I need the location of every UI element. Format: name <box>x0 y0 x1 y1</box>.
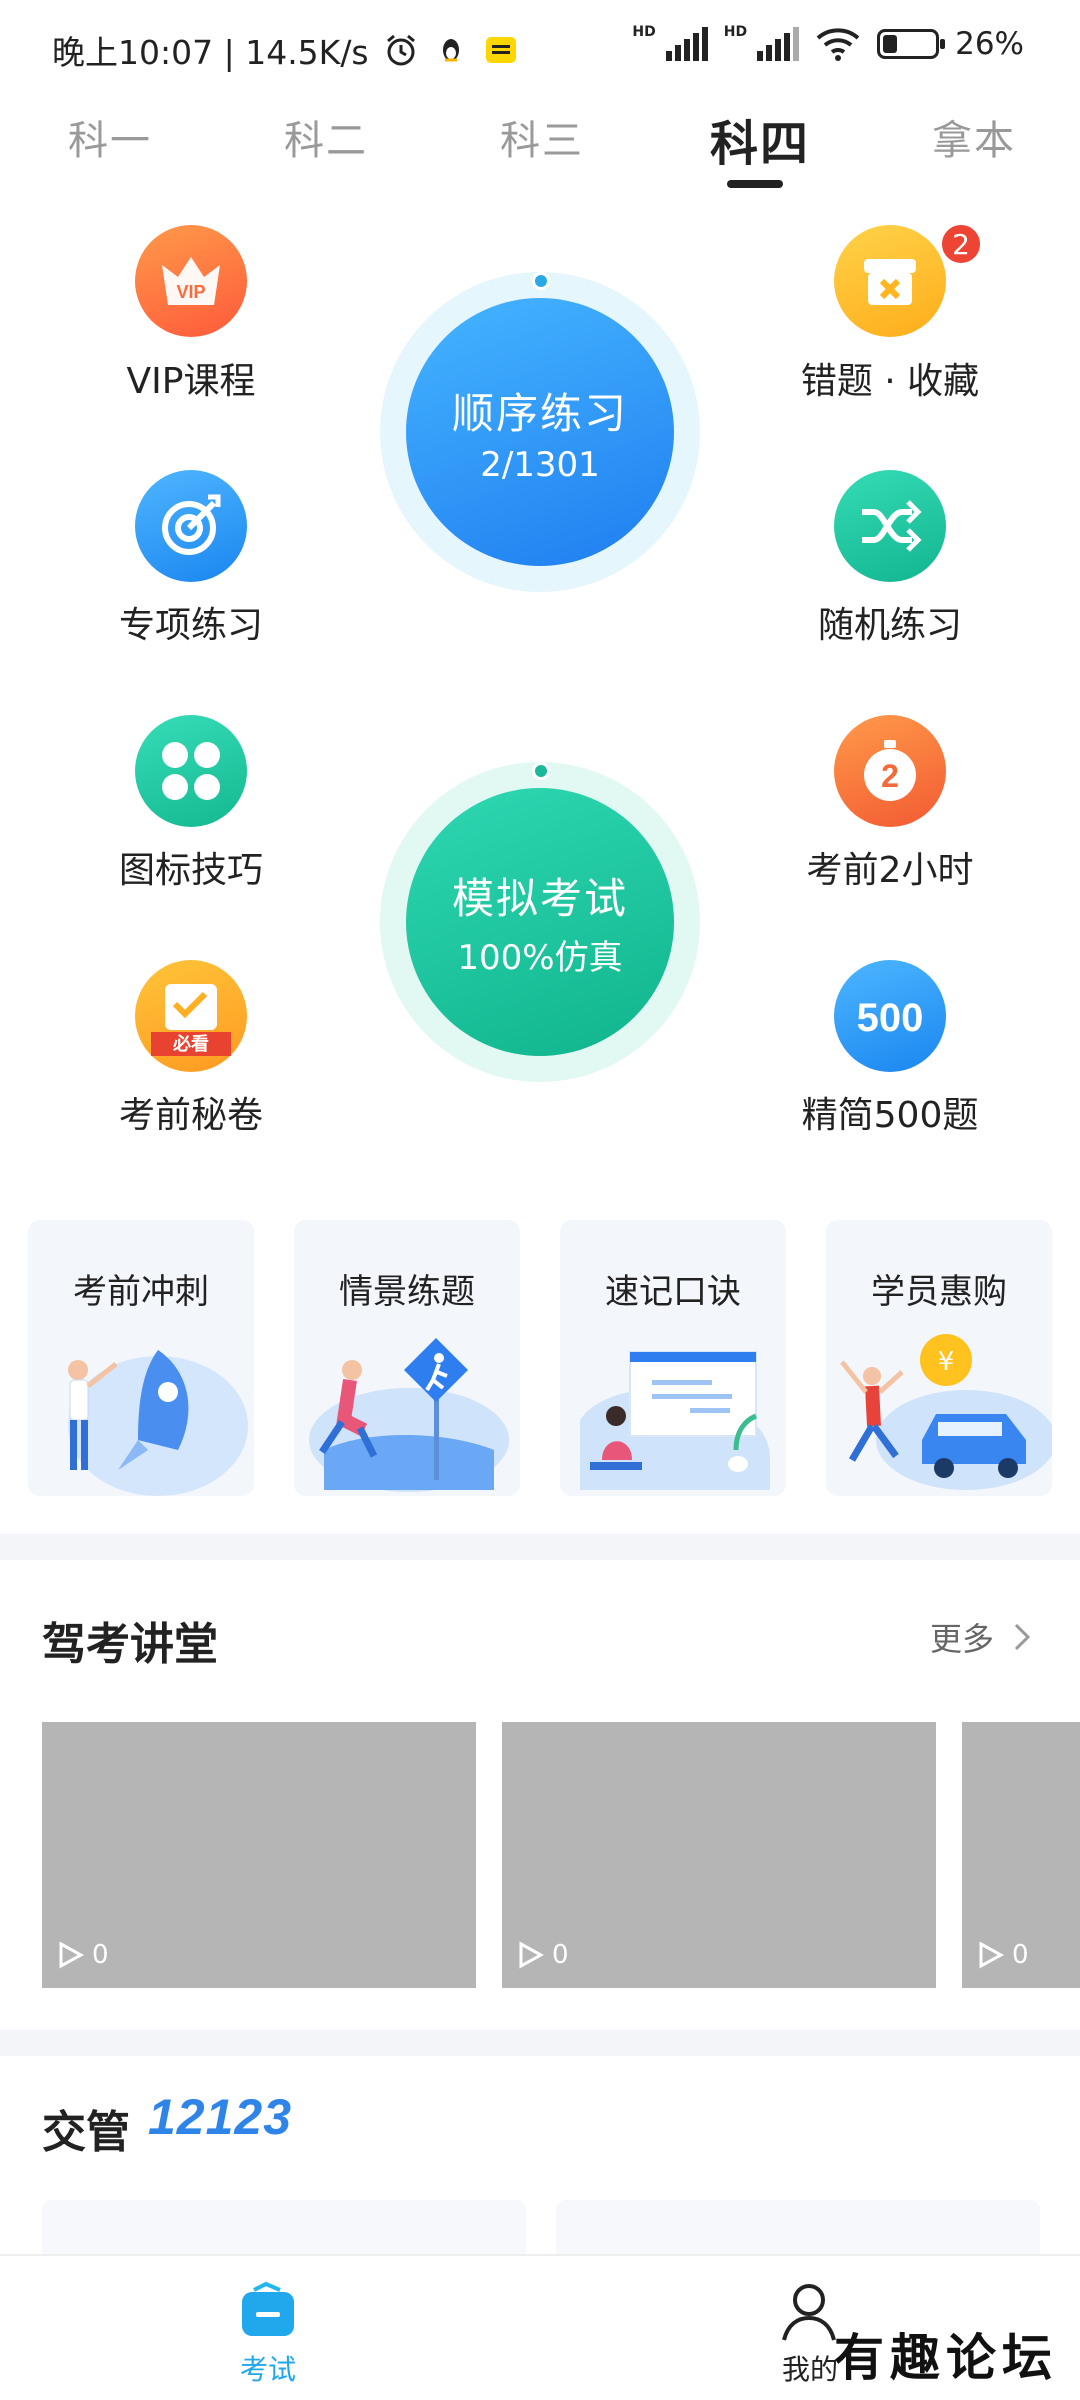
card-scenario-title: 情景练题 <box>339 1272 475 1312</box>
battery-level: 26% <box>955 26 1024 62</box>
view-count-value: 0 <box>92 1940 109 1970</box>
traffic-section-title: 交管 <box>42 2107 130 2158</box>
bottom-nav: 考试 我的 有趣论坛 <box>0 2254 1080 2400</box>
wifi-icon <box>816 28 860 61</box>
quick-cards: 考前冲刺 情景练题 速记口诀 学员惠购 ¥ <box>28 1220 1052 1496</box>
card-scenario[interactable]: 情景练题 <box>294 1220 520 1496</box>
progress-dot <box>532 762 550 780</box>
status-bar: 晚上10:07 | 14.5K/s HD HD 26% <box>0 0 1080 96</box>
random-practice-label[interactable]: 随机练习 <box>760 596 1020 648</box>
video-thumbnail[interactable]: 0 <box>502 1722 936 1988</box>
card-mnemonic[interactable]: 速记口诀 <box>560 1220 786 1496</box>
view-count-value: 0 <box>1012 1940 1029 1970</box>
mock-exam-circle[interactable]: 模拟考试 100%仿真 <box>406 788 674 1056</box>
vip-course-icon[interactable]: VIP <box>135 225 247 337</box>
status-time: 晚上10:07 | 14.5K/s <box>52 33 369 72</box>
mock-exam-button[interactable]: 模拟考试 100%仿真 <box>380 762 700 1082</box>
jing500-icon[interactable]: 500 <box>834 960 946 1072</box>
order-practice-circle[interactable]: 顺序练习 2/1301 <box>406 298 674 566</box>
profile-icon[interactable] <box>776 2278 842 2344</box>
svg-text:¥: ¥ <box>938 1347 955 1377</box>
tab-subject-four[interactable]: 科四 <box>710 104 810 174</box>
exam-tab-icon[interactable] <box>238 2280 298 2340</box>
grid-icon[interactable] <box>135 715 247 827</box>
signal-icon <box>665 27 708 61</box>
shuffle-icon[interactable] <box>834 470 946 582</box>
video-thumbnail[interactable]: 0 <box>962 1722 1080 1988</box>
lecture-section-title: 驾考讲堂 <box>42 1619 218 1670</box>
tab-subject-one[interactable]: 科一 <box>68 108 152 166</box>
target-icon[interactable] <box>135 470 247 582</box>
subject-tabs: 科一 科二 科三 科四 拿本 <box>0 100 1080 196</box>
two-hours-label[interactable]: 考前2小时 <box>760 841 1020 893</box>
video-thumbnail[interactable]: 0 <box>42 1722 476 1988</box>
wrong-questions-icon[interactable] <box>834 225 946 337</box>
svg-text:VIP: VIP <box>176 282 205 302</box>
order-practice-title: 顺序练习 <box>451 388 628 438</box>
svg-text:必看: 必看 <box>172 1033 209 1055</box>
hd-label: HD <box>632 24 656 40</box>
status-right: HD HD 26% <box>632 24 1024 62</box>
active-tab-indicator <box>727 180 783 188</box>
order-practice-progress: 2/1301 <box>480 444 600 485</box>
alarm-icon <box>386 34 415 66</box>
qq-icon <box>442 39 459 62</box>
watermark: 有趣论坛 <box>834 2328 1058 2387</box>
stopwatch-icon[interactable]: 2 <box>834 715 946 827</box>
card-student-deal[interactable]: 学员惠购 ¥ <box>826 1220 1052 1496</box>
view-count-value: 0 <box>552 1940 569 1970</box>
card-sprint-title: 考前冲刺 <box>73 1272 209 1312</box>
wrong-count-badge: 2 <box>939 222 983 266</box>
more-link[interactable]: 更多 <box>930 1614 1032 1660</box>
traffic-12123-logo: 12123 <box>148 2089 328 2146</box>
more-label: 更多 <box>929 1620 994 1658</box>
battery-icon <box>877 29 946 59</box>
section-divider <box>0 2030 1080 2056</box>
jing500-label[interactable]: 精简500题 <box>760 1086 1020 1138</box>
tab-exam[interactable]: 考试 <box>208 2348 328 2388</box>
card-sprint[interactable]: 考前冲刺 <box>28 1220 254 1496</box>
card-student-deal-title: 学员惠购 <box>871 1272 1007 1312</box>
secret-paper-label[interactable]: 考前秘卷 <box>61 1086 321 1138</box>
svg-text:2: 2 <box>881 758 899 794</box>
svg-text:500: 500 <box>857 996 924 1040</box>
car-coin-illustration: ¥ <box>840 1334 1052 1490</box>
mock-exam-title: 模拟考试 <box>451 874 628 923</box>
signal-icon <box>757 27 800 61</box>
status-left: 晚上10:07 | 14.5K/s <box>52 26 519 74</box>
special-practice-label[interactable]: 专项练习 <box>61 596 321 648</box>
card-mnemonic-title: 速记口诀 <box>605 1272 741 1312</box>
vip-course-label[interactable]: VIP课程 <box>61 352 321 404</box>
wrong-favorite-label[interactable]: 错题 · 收藏 <box>760 352 1020 404</box>
play-icon <box>979 1941 1004 1969</box>
mock-exam-subtitle: 100%仿真 <box>457 938 623 978</box>
play-icon <box>59 1941 84 1969</box>
view-count: 0 <box>56 1940 109 1970</box>
study-board-illustration <box>580 1351 770 1490</box>
tab-subject-two[interactable]: 科二 <box>284 108 368 166</box>
progress-dot <box>532 272 550 290</box>
traffic-card[interactable] <box>556 2200 1040 2260</box>
traffic-card[interactable] <box>42 2200 526 2260</box>
rocket-illustration <box>68 1350 248 1496</box>
app-notification-icon <box>485 37 516 63</box>
svg-text:12123: 12123 <box>148 2092 292 2142</box>
icon-tips-label[interactable]: 图标技巧 <box>61 841 321 893</box>
play-icon <box>519 1941 544 1969</box>
must-see-icon[interactable]: 必看 <box>135 960 247 1072</box>
crosswalk-sign-illustration <box>309 1338 509 1492</box>
order-practice-button[interactable]: 顺序练习 2/1301 <box>380 272 700 592</box>
tab-get-license[interactable]: 拿本 <box>932 108 1016 166</box>
tab-subject-three[interactable]: 科三 <box>500 108 584 166</box>
view-count: 0 <box>976 1940 1029 1970</box>
section-divider <box>0 1534 1080 1560</box>
view-count: 0 <box>516 1940 569 1970</box>
hd-label: HD <box>723 24 748 40</box>
chevron-right-icon <box>1014 1623 1031 1651</box>
